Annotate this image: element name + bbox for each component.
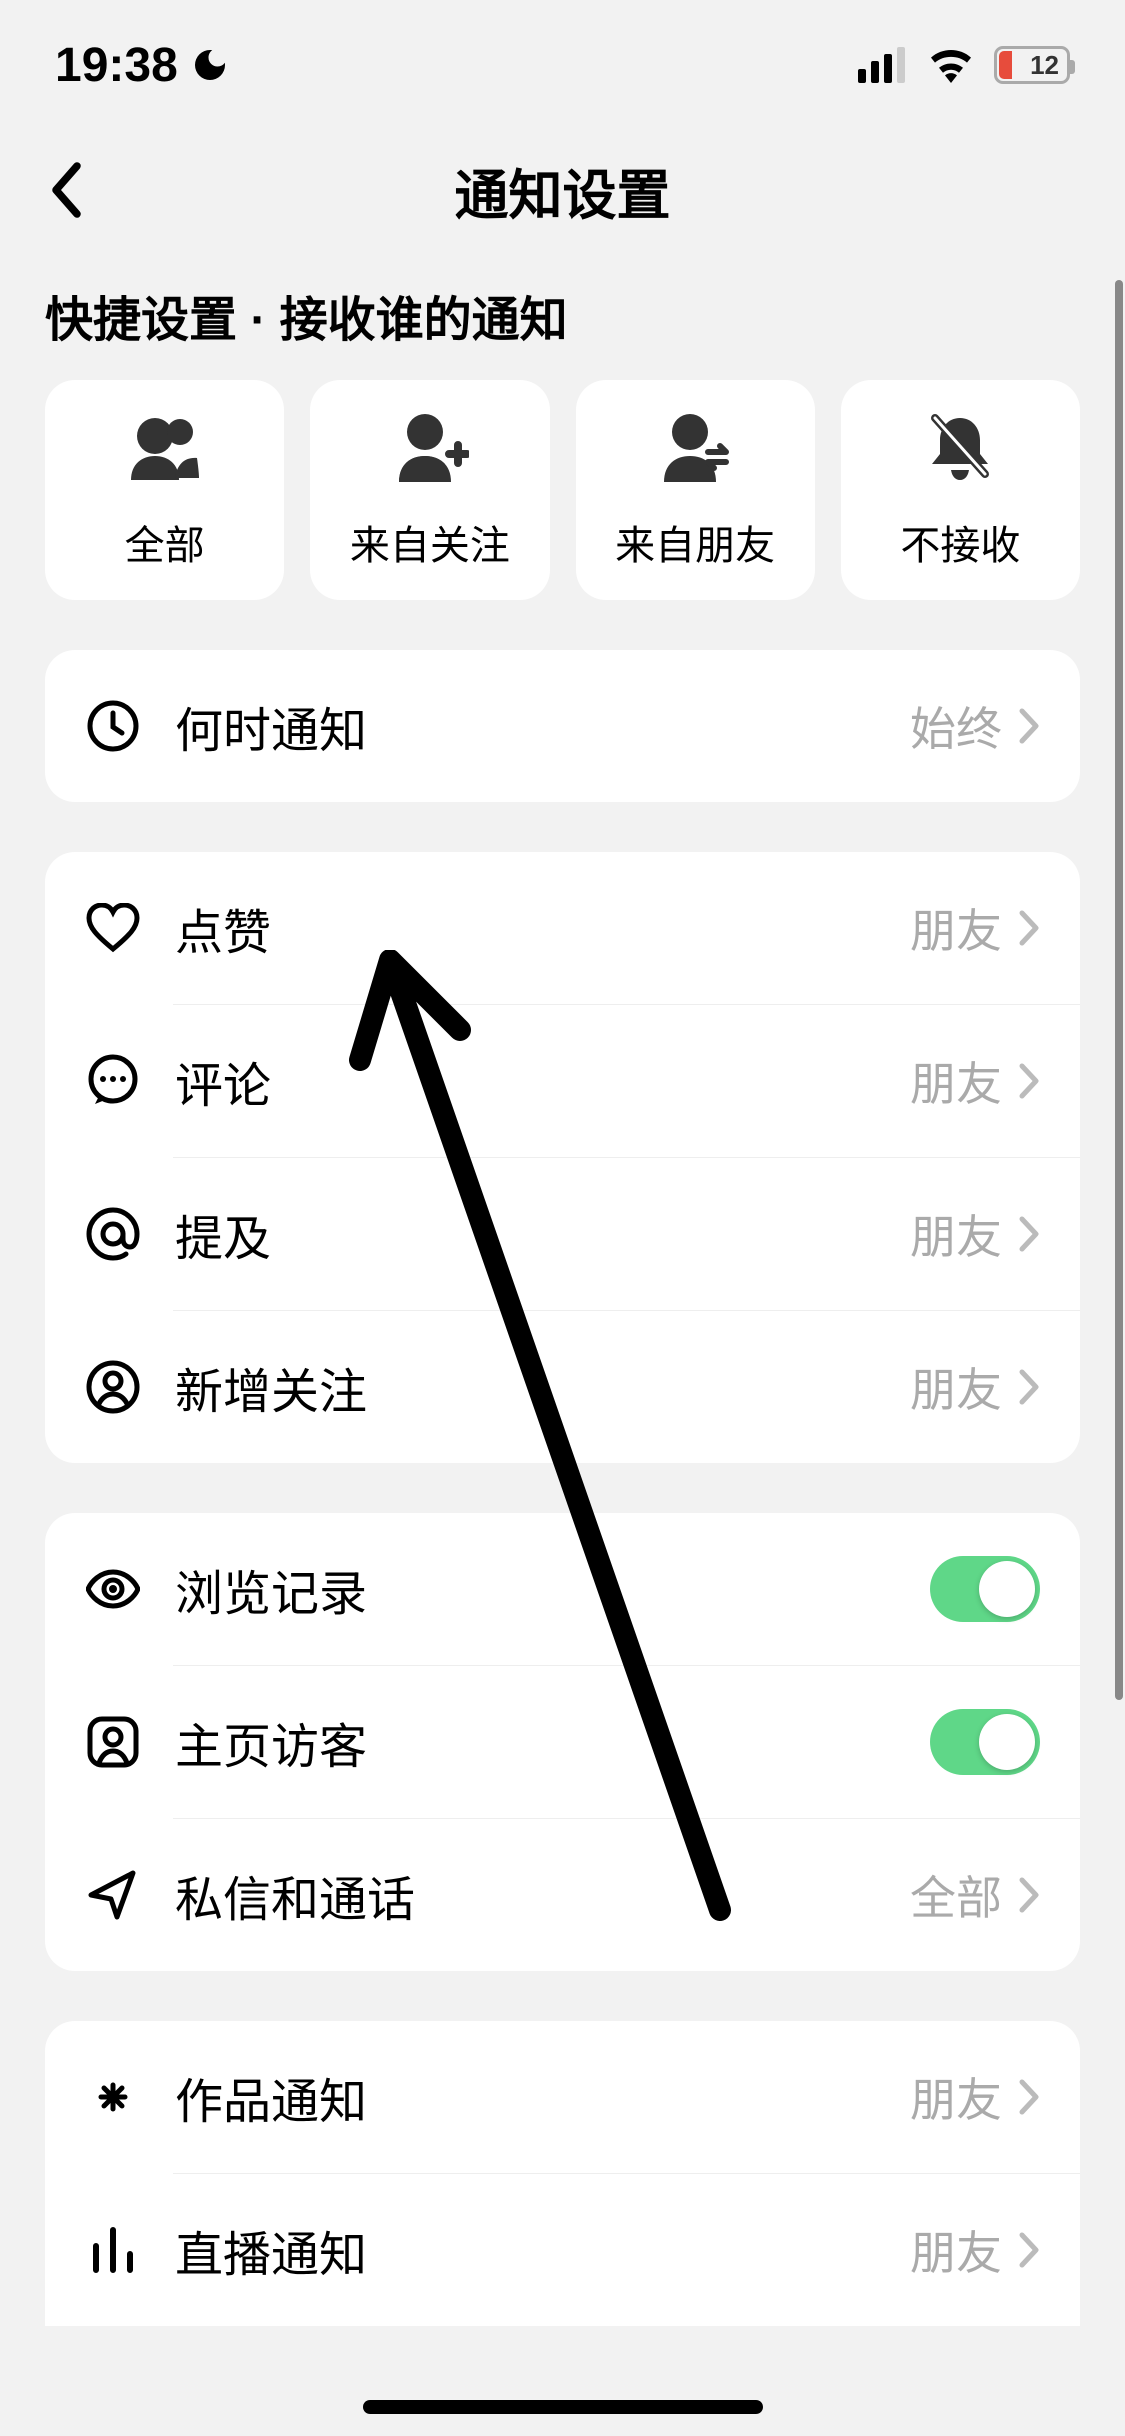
quick-label: 来自关注 xyxy=(350,513,510,571)
person-add-icon xyxy=(391,409,469,489)
row-when-notify[interactable]: 何时通知 始终 xyxy=(45,650,1080,802)
page-title: 通知设置 xyxy=(455,151,671,230)
quick-card-all[interactable]: 全部 xyxy=(45,380,284,600)
toggle-visitors[interactable] xyxy=(930,1709,1040,1775)
people-icon xyxy=(125,409,205,489)
row-label: 私信和通话 xyxy=(175,1860,910,1930)
row-label: 作品通知 xyxy=(175,2062,910,2132)
home-indicator[interactable] xyxy=(363,2400,763,2414)
quick-settings-grid: 全部 来自关注 来自朋友 不接收 xyxy=(0,380,1125,600)
row-value: 朋友 xyxy=(910,1048,1002,1114)
cell-signal-icon xyxy=(858,47,908,83)
toggle-history[interactable] xyxy=(930,1556,1040,1622)
page-header: 通知设置 xyxy=(0,130,1125,250)
chevron-right-icon xyxy=(1016,707,1040,745)
row-visitors[interactable]: 主页访客 xyxy=(45,1666,1080,1818)
quick-label: 全部 xyxy=(125,513,205,571)
row-value: 朋友 xyxy=(910,2064,1002,2130)
row-history[interactable]: 浏览记录 xyxy=(45,1513,1080,1665)
chevron-right-icon xyxy=(1016,1215,1040,1253)
chevron-right-icon xyxy=(1016,909,1040,947)
row-new-followers[interactable]: 新增关注 朋友 xyxy=(45,1311,1080,1463)
group-schedule: 何时通知 始终 xyxy=(45,650,1080,802)
heart-icon xyxy=(85,900,141,956)
chevron-right-icon xyxy=(1016,2078,1040,2116)
row-value: 朋友 xyxy=(910,1201,1002,1267)
person-circle-icon xyxy=(85,1359,141,1415)
status-bar: 19:38 12 xyxy=(0,0,1125,130)
row-label: 提及 xyxy=(175,1199,910,1269)
comment-icon xyxy=(85,1053,141,1109)
row-works[interactable]: 作品通知 朋友 xyxy=(45,2021,1080,2173)
row-value: 朋友 xyxy=(910,1354,1002,1420)
battery-icon: 12 xyxy=(994,46,1070,84)
row-label: 主页访客 xyxy=(175,1707,930,1777)
bar-chart-icon xyxy=(85,2222,141,2278)
eye-icon xyxy=(85,1561,141,1617)
row-value: 始终 xyxy=(910,693,1002,759)
quick-settings-header: 快捷设置 · 接收谁的通知 xyxy=(0,250,1125,380)
at-icon xyxy=(85,1206,141,1262)
quick-label: 来自朋友 xyxy=(615,513,775,571)
group-interactions: 点赞 朋友 评论 朋友 提及 朋友 新增关注 朋友 xyxy=(45,852,1080,1463)
row-label: 何时通知 xyxy=(175,691,910,761)
row-value: 全部 xyxy=(910,1862,1002,1928)
row-label: 点赞 xyxy=(175,893,910,963)
chevron-right-icon xyxy=(1016,2231,1040,2269)
quick-card-friends[interactable]: 来自朋友 xyxy=(576,380,815,600)
group-activity: 浏览记录 主页访客 私信和通话 全部 xyxy=(45,1513,1080,1971)
quick-card-following[interactable]: 来自关注 xyxy=(310,380,549,600)
group-content: 作品通知 朋友 直播通知 朋友 xyxy=(45,2021,1080,2326)
back-button[interactable] xyxy=(35,160,95,220)
clock-icon xyxy=(85,698,141,754)
row-value: 朋友 xyxy=(910,2217,1002,2283)
dnd-moon-icon xyxy=(190,45,230,85)
wifi-icon xyxy=(926,47,976,83)
user-square-icon xyxy=(85,1714,141,1770)
row-label: 评论 xyxy=(175,1046,910,1116)
chevron-right-icon xyxy=(1016,1062,1040,1100)
row-mentions[interactable]: 提及 朋友 xyxy=(45,1158,1080,1310)
row-label: 新增关注 xyxy=(175,1352,910,1422)
row-live[interactable]: 直播通知 朋友 xyxy=(45,2174,1080,2326)
row-likes[interactable]: 点赞 朋友 xyxy=(45,852,1080,1004)
row-label: 直播通知 xyxy=(175,2215,910,2285)
sparkle-icon xyxy=(85,2069,141,2125)
row-value: 朋友 xyxy=(910,895,1002,961)
chevron-right-icon xyxy=(1016,1368,1040,1406)
scroll-indicator[interactable] xyxy=(1115,280,1123,1700)
chevron-right-icon xyxy=(1016,1876,1040,1914)
chevron-left-icon xyxy=(47,160,83,220)
row-label: 浏览记录 xyxy=(175,1554,930,1624)
row-dm-call[interactable]: 私信和通话 全部 xyxy=(45,1819,1080,1971)
person-swap-icon xyxy=(656,409,734,489)
status-time: 19:38 xyxy=(55,38,178,93)
row-comments[interactable]: 评论 朋友 xyxy=(45,1005,1080,1157)
bell-off-icon xyxy=(925,409,995,489)
quick-card-mute[interactable]: 不接收 xyxy=(841,380,1080,600)
quick-label: 不接收 xyxy=(900,513,1020,571)
send-icon xyxy=(85,1867,141,1923)
